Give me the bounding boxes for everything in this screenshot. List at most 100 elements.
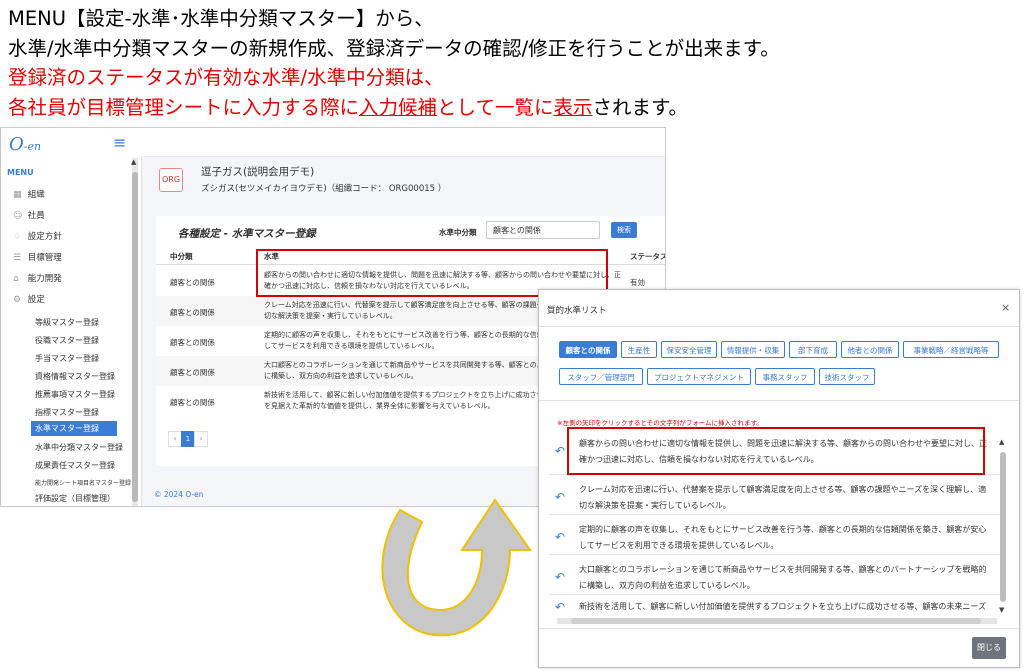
tag-subordinate[interactable]: 部下育成 — [789, 341, 837, 358]
org-name: 逗子ガス(説明会用デモ) — [201, 166, 315, 178]
instruction-line-4d: 表示 — [553, 95, 593, 119]
instruction-line-4b: 入力候補 — [359, 95, 438, 119]
arrow-shape — [381, 498, 532, 637]
page-title: 各種設定 - 水準マスター登録 — [178, 228, 316, 240]
scrollbar-thumb[interactable] — [1000, 452, 1006, 602]
sidebar: O-en ≡ MENU ▦ 組織 ☺ 社員 ♢ 設定方針 ☰ 目標管理 ⌂ 能力… — [1, 128, 142, 506]
sidebar-item-settings[interactable]: ⚙ 設定 — [13, 293, 45, 305]
logo: O-en — [9, 134, 42, 155]
modal-divider — [539, 326, 1019, 327]
row-mid: 顧客との関係 — [170, 398, 215, 407]
sidebar-subitem-active[interactable]: 水準マスター登録 — [31, 421, 117, 436]
sidebar-subitem[interactable]: 能力開発シート項目名マスター登録 — [35, 478, 131, 487]
insert-arrow-icon[interactable]: ↶ — [555, 600, 565, 614]
list-divider — [549, 514, 1003, 515]
scrollbar-thumb[interactable] — [132, 172, 138, 502]
pager-page-1[interactable]: 1 — [181, 431, 195, 447]
sidebar-item-development[interactable]: ⌂ 能力開発 — [13, 272, 62, 284]
search-button[interactable]: 検索 — [611, 222, 637, 238]
search-label: 水準中分類 — [439, 228, 477, 237]
tag-productivity[interactable]: 生産性 — [621, 341, 657, 358]
tag-customer[interactable]: 顧客との関係 — [559, 341, 617, 358]
sidebar-subitem[interactable]: 役職マスター登録 — [35, 335, 99, 346]
tag-office-staff[interactable]: 事務スタッフ — [755, 368, 815, 385]
column-header-status: ステータス — [630, 252, 666, 261]
curved-arrow-icon — [381, 498, 532, 637]
tag-tech-staff[interactable]: 技術スタッフ — [819, 368, 875, 385]
list-icon: ☰ — [13, 253, 22, 263]
scroll-up-icon[interactable]: ▲ — [999, 438, 1004, 446]
search-input[interactable]: 顧客との関係 — [486, 221, 600, 239]
instruction-text: MENU【設定-水準･水準中分類マスター】から、 水準/水準中分類マスターの新規… — [8, 4, 1018, 122]
tag-information[interactable]: 情報提供・収集 — [721, 341, 785, 358]
sidebar-item-policy[interactable]: ♢ 設定方針 — [13, 230, 62, 242]
hamburger-icon[interactable]: ≡ — [113, 133, 126, 152]
org-banner: ORG 逗子ガス(説明会用デモ) ズシガス(セツメイカイヨウデモ)（組織コード：… — [151, 160, 665, 215]
row-mid: 顧客との関係 — [170, 338, 215, 347]
insert-arrow-icon[interactable]: ↶ — [555, 490, 565, 504]
tag-staff-admin[interactable]: スタッフ／管理部門 — [559, 368, 643, 385]
column-header-mid: 中分類 — [170, 252, 193, 261]
sidebar-subitem[interactable]: 手当マスター登録 — [35, 353, 99, 364]
close-icon[interactable]: × — [1001, 301, 1010, 314]
pager-prev-icon[interactable]: ‹ — [168, 431, 182, 447]
tag-safety[interactable]: 保安安全管理 — [661, 341, 717, 358]
list-divider — [549, 594, 1003, 595]
modal-horizontal-scrollbar[interactable] — [557, 618, 997, 624]
sidebar-subitem[interactable]: 等級マスター登録 — [35, 317, 99, 328]
sidebar-subitem[interactable]: 資格情報マスター登録 — [35, 371, 115, 382]
scroll-down-icon[interactable]: ▼ — [999, 606, 1004, 614]
building-icon: ▦ — [13, 190, 22, 200]
modal-divider — [539, 400, 1019, 401]
tag-strategy[interactable]: 事業戦略／経営戦略等 — [903, 341, 999, 358]
tag-project[interactable]: プロジェクトマネジメント — [647, 368, 751, 385]
users-icon: ☺ — [13, 211, 23, 221]
instruction-line-4a: 各社員が目標管理シートに入力する際に — [8, 95, 360, 119]
instruction-line-3: 登録済のステータスが有効な水準/水準中分類は、 — [8, 66, 444, 89]
list-item-text: 新技術を活用して、顧客に新しい付加価値を提供するプロジェクトを立ち上げに成功させ… — [579, 602, 986, 611]
org-icon: ORG — [159, 168, 183, 192]
row-status: 有効 — [630, 278, 645, 287]
modal-title: 質的水準リスト — [547, 306, 607, 316]
cap-icon: ⌂ — [13, 274, 19, 284]
row-mid: 顧客との関係 — [170, 308, 215, 317]
level-list-modal: 質的水準リスト × 顧客との関係 生産性 保安安全管理 情報提供・収集 部下育成… — [538, 289, 1020, 668]
modal-note: ※左側の矢印をクリックするとその文字列がフォームに挿入されます。 — [557, 419, 763, 427]
sidebar-subitem[interactable]: 水準中分類マスター登録 — [35, 442, 123, 453]
insert-arrow-icon[interactable]: ↶ — [555, 530, 565, 544]
insert-arrow-icon[interactable]: ↶ — [555, 444, 565, 458]
sidebar-scrollbar[interactable]: ▲ — [131, 158, 138, 506]
instruction-line-4e: されます。 — [592, 95, 689, 119]
modal-scrollbar[interactable]: ▲ ▼ — [999, 438, 1006, 614]
top-header — [141, 128, 665, 157]
pager-next-icon[interactable]: › — [194, 431, 208, 447]
list-item: ↶ 新技術を活用して、顧客に新しい付加価値を提供するプロジェクトを立ち上げに成功… — [539, 596, 1005, 618]
scroll-up-icon[interactable]: ▲ — [131, 158, 136, 166]
tag-others[interactable]: 他者との関係 — [841, 341, 899, 358]
sidebar-subitem[interactable]: 成果責任マスター登録 — [35, 460, 115, 471]
sidebar-item-organization[interactable]: ▦ 組織 — [13, 188, 45, 200]
bulb-icon: ♢ — [13, 232, 22, 242]
list-item-text: 大口顧客とのコラボレーションを通じて新商品やサービスを共同開発する等、顧客とのパ… — [579, 565, 987, 590]
sidebar-subitem[interactable]: 指標マスター登録 — [35, 407, 99, 418]
instruction-line-4c: として一覧に — [437, 95, 554, 119]
row-mid: 顧客との関係 — [170, 278, 215, 287]
menu-heading: MENU — [7, 168, 34, 177]
list-item-text: 定期的に顧客の声を収集し、それをもとにサービス改善を行う等、顧客との長期的な信頼… — [579, 525, 987, 550]
instruction-line-1: MENU【設定-水準･水準中分類マスター】から、 — [8, 7, 434, 30]
org-subtitle: ズシガス(セツメイカイヨウデモ)（組織コード： ORG00015 ） — [201, 184, 447, 194]
sidebar-subitem[interactable]: 評価設定（目標管理） — [35, 493, 115, 504]
list-divider — [549, 554, 1003, 555]
sidebar-item-goals[interactable]: ☰ 目標管理 — [13, 251, 62, 263]
instruction-line-2: 水準/水準中分類マスターの新規作成、登録済データの確認/修正を行うことが出来ます… — [8, 36, 780, 60]
gear-icon: ⚙ — [13, 295, 22, 305]
pagination: ‹ 1 › — [168, 431, 208, 447]
highlight-box-modal — [567, 427, 985, 475]
sidebar-subitem[interactable]: 推薦事項マスター登録 — [35, 389, 115, 400]
footer: © 2024 O-en — [154, 490, 204, 499]
instruction-line-4: 各社員が目標管理シートに入力する際に入力候補として一覧に表示されます。 — [8, 93, 1018, 123]
close-button[interactable]: 閉じる — [972, 637, 1006, 659]
scrollbar-thumb[interactable] — [571, 618, 981, 624]
insert-arrow-icon[interactable]: ↶ — [555, 570, 565, 584]
sidebar-item-employees[interactable]: ☺ 社員 — [13, 209, 45, 221]
